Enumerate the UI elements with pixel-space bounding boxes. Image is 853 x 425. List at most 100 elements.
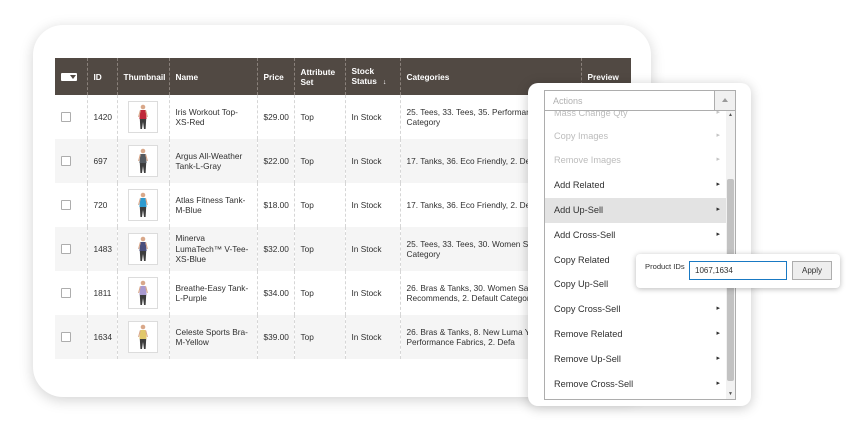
row-checkbox-cell[interactable] — [55, 227, 87, 271]
action-item-add-cross-sell[interactable]: Add Cross-Sell ▸ — [545, 223, 727, 248]
row-id: 720 — [86, 183, 117, 227]
row-checkbox[interactable] — [61, 288, 71, 299]
product-ids-popover: Product IDs 1067,1634 Apply — [636, 254, 840, 288]
product-thumbnail-image — [138, 324, 148, 349]
actions-dropdown-toggle[interactable] — [714, 91, 735, 110]
column-header-thumbnail[interactable]: Thumbnail — [116, 58, 169, 95]
product-thumbnail-image — [138, 236, 148, 261]
row-checkbox-cell[interactable] — [55, 95, 87, 139]
row-price: $18.00 — [256, 183, 294, 227]
row-attribute-set: Top — [293, 183, 345, 227]
row-checkbox[interactable] — [61, 244, 71, 255]
column-header-price[interactable]: Price — [256, 58, 294, 95]
scroll-down-icon[interactable]: ▼ — [726, 390, 735, 399]
row-stock-status: In Stock — [344, 271, 400, 315]
chevron-right-icon: ▸ — [716, 354, 720, 362]
product-thumbnail[interactable] — [128, 277, 158, 309]
product-thumbnail[interactable] — [128, 321, 158, 353]
action-item-label: Add Related — [554, 180, 605, 190]
actions-dropdown[interactable]: Actions — [544, 90, 736, 111]
product-thumbnail[interactable] — [128, 145, 158, 177]
row-name: Minerva LumaTech™ V-Tee-XS-Blue — [168, 227, 257, 271]
row-id: 1420 — [86, 95, 117, 139]
chevron-up-icon — [722, 98, 728, 102]
action-item-label: Add Up-Sell — [554, 205, 604, 215]
product-thumbnail[interactable] — [128, 101, 158, 133]
chevron-right-icon: ▸ — [716, 111, 720, 116]
product-thumbnail-image — [138, 104, 148, 129]
row-stock-status: In Stock — [344, 95, 400, 139]
row-checkbox-cell[interactable] — [55, 139, 87, 183]
scroll-up-icon[interactable]: ▲ — [726, 111, 735, 120]
product-thumbnail[interactable] — [128, 233, 158, 265]
chevron-right-icon: ▸ — [716, 330, 720, 337]
row-checkbox-cell[interactable] — [55, 183, 87, 227]
row-name: Iris Workout Top-XS-Red — [168, 95, 257, 139]
product-thumbnail-image — [138, 148, 148, 173]
action-item-remove-up-sell[interactable]: Remove Up-Sell ▸ — [545, 347, 727, 372]
column-header-id[interactable]: ID — [86, 58, 117, 95]
row-checkbox-cell[interactable] — [55, 271, 87, 315]
action-item-label: Add Cross-Sell — [554, 229, 616, 240]
row-attribute-set: Top — [293, 315, 345, 359]
action-item-label: Remove Up-Sell — [554, 353, 621, 364]
sort-arrow-icon: ↓ — [382, 78, 387, 86]
row-attribute-set: Top — [293, 271, 345, 315]
row-stock-status: In Stock — [344, 139, 400, 183]
action-item-label: Remove Related — [554, 329, 623, 339]
action-item-add-up-sell[interactable]: Add Up-Sell ▸ — [545, 198, 727, 223]
row-thumbnail-cell — [116, 227, 169, 271]
product-ids-input[interactable]: 1067,1634 — [689, 261, 787, 280]
action-item-add-related[interactable]: Add Related ▸ — [545, 173, 727, 198]
product-thumbnail-image — [138, 192, 148, 217]
product-ids-label: Product IDs — [645, 262, 685, 271]
row-price: $32.00 — [256, 227, 294, 271]
row-price: $34.00 — [256, 271, 294, 315]
row-price: $29.00 — [256, 95, 294, 139]
row-name: Argus All-Weather Tank-L-Gray — [168, 139, 257, 183]
product-thumbnail[interactable] — [128, 189, 158, 221]
row-thumbnail-cell — [116, 95, 169, 139]
row-stock-status: In Stock — [344, 315, 400, 359]
action-item-label: Copy Up-Sell — [554, 279, 609, 289]
column-header-name[interactable]: Name — [168, 58, 257, 95]
mass-select-dropdown[interactable] — [61, 73, 77, 82]
row-stock-status: In Stock — [344, 183, 400, 227]
action-item-label: Mass Change Qty — [554, 111, 628, 118]
action-item-label: Copy Images — [554, 130, 609, 141]
row-stock-status: In Stock — [344, 227, 400, 271]
row-checkbox-cell[interactable] — [55, 315, 87, 359]
column-header-stock-status[interactable]: Stock Status ↓ — [344, 58, 400, 95]
row-checkbox[interactable] — [61, 156, 71, 167]
action-item-label: Copy Cross-Sell — [554, 304, 621, 314]
row-thumbnail-cell — [116, 315, 169, 359]
action-item-remove-related[interactable]: Remove Related ▸ — [545, 322, 727, 347]
action-item-label: Remove Images — [554, 155, 621, 165]
row-attribute-set: Top — [293, 95, 345, 139]
chevron-right-icon: ▸ — [716, 230, 720, 238]
action-item-label: Remove Cross-Sell — [554, 378, 634, 389]
row-checkbox[interactable] — [61, 112, 71, 123]
row-checkbox[interactable] — [61, 332, 71, 343]
row-attribute-set: Top — [293, 227, 345, 271]
action-item-mass-change-qty: Mass Change Qty ▸ — [545, 111, 727, 126]
apply-button[interactable]: Apply — [792, 261, 832, 280]
chevron-down-icon — [70, 75, 76, 80]
row-price: $22.00 — [256, 139, 294, 183]
row-checkbox[interactable] — [61, 200, 71, 211]
row-thumbnail-cell — [116, 271, 169, 315]
row-name: Breathe-Easy Tank-L-Purple — [168, 271, 257, 315]
chevron-right-icon: ▸ — [716, 305, 720, 312]
row-id: 1634 — [86, 315, 117, 359]
action-item-remove-cross-sell[interactable]: Remove Cross-Sell ▸ — [545, 372, 727, 397]
action-item-copy-cross-sell[interactable]: Copy Cross-Sell ▸ — [545, 297, 727, 322]
product-thumbnail-image — [138, 280, 148, 305]
chevron-right-icon: ▸ — [716, 181, 720, 188]
column-header-attribute-set[interactable]: Attribute Set — [293, 58, 345, 95]
row-thumbnail-cell — [116, 139, 169, 183]
action-item-remove-images: Remove Images ▸ — [545, 148, 727, 173]
row-thumbnail-cell — [116, 183, 169, 227]
actions-dropdown-label: Actions — [553, 96, 583, 106]
action-item-copy-images: Copy Images ▸ — [545, 124, 727, 149]
mass-select-header[interactable] — [55, 58, 87, 95]
